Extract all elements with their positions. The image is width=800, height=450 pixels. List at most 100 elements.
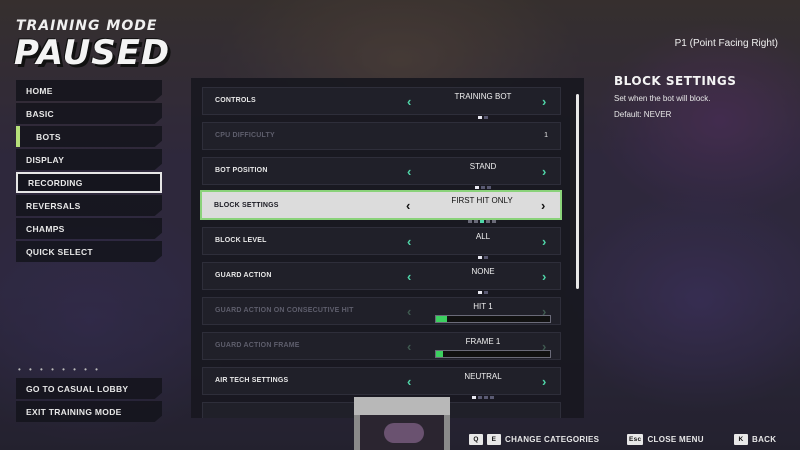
webcam-wall [354, 397, 450, 415]
scrollbar[interactable] [576, 94, 579, 289]
option-pip [475, 186, 479, 189]
option-pip [486, 220, 490, 223]
option-pip [484, 116, 488, 119]
progress-fill [436, 316, 448, 322]
setting-label: BOT POSITION [215, 167, 268, 174]
progress-bar [435, 315, 551, 323]
setting-label: BLOCK SETTINGS [214, 202, 279, 209]
chevron-right-icon[interactable]: › [542, 164, 546, 179]
chevron-left-icon[interactable]: ‹ [407, 234, 411, 249]
chevron-right-icon[interactable]: › [542, 94, 546, 109]
menu-item-bots[interactable]: BOTS [16, 126, 162, 147]
setting-label: GUARD ACTION ON CONSECUTIVE HIT [215, 307, 354, 314]
chevron-left-icon[interactable]: ‹ [407, 164, 411, 179]
settings-panel: CONTROLS ‹ TRAINING BOT › CPU DIFFICULTY… [191, 78, 584, 418]
option-pip [490, 396, 494, 399]
setting-block-level[interactable]: BLOCK LEVEL ‹ ALL › [202, 227, 561, 259]
setting-guard-consecutive-hit: GUARD ACTION ON CONSECUTIVE HIT ‹ HIT 1 … [202, 297, 561, 325]
casual-lobby-button[interactable]: GO TO CASUAL LOBBY [16, 378, 162, 399]
menu-item-quick-select[interactable]: QUICK SELECT [16, 241, 162, 262]
chevron-left-icon[interactable]: ‹ [407, 374, 411, 389]
menu-label: BOTS [36, 131, 61, 142]
option-pip [487, 186, 491, 189]
key-esc: Esc [627, 434, 644, 445]
setting-air-tech[interactable]: AIR TECH SETTINGS ‹ NEUTRAL › [202, 367, 561, 399]
paused-title: PAUSED [14, 33, 171, 73]
menu-item-reversals[interactable]: REVERSALS [16, 195, 162, 216]
setting-label: GUARD ACTION FRAME [215, 342, 300, 349]
option-pip [492, 220, 496, 223]
option-pips [425, 106, 541, 119]
menu-label: QUICK SELECT [26, 246, 93, 257]
chevron-right-icon[interactable]: › [542, 269, 546, 284]
setting-value: 1 [544, 132, 548, 139]
key-e: E [487, 434, 501, 445]
setting-value: FRAME 1 [465, 337, 501, 346]
setting-bot-position[interactable]: BOT POSITION ‹ STAND › [202, 157, 561, 189]
chevron-right-icon: › [542, 339, 547, 354]
option-pips [425, 176, 541, 189]
option-pips [424, 210, 540, 223]
hint-back[interactable]: K BACK [734, 434, 776, 445]
option-pip [480, 220, 484, 223]
menu-label: RECORDING [28, 177, 83, 188]
setting-value: NEUTRAL [464, 372, 502, 381]
setting-guard-action[interactable]: GUARD ACTION ‹ NONE › [202, 262, 561, 294]
hint-label: CLOSE MENU [647, 435, 704, 444]
chevron-left-icon[interactable]: ‹ [406, 198, 410, 213]
menu-item-champs[interactable]: CHAMPS [16, 218, 162, 239]
chevron-right-icon[interactable]: › [542, 374, 546, 389]
setting-label: CONTROLS [215, 97, 256, 104]
chevron-right-icon[interactable]: › [541, 198, 545, 213]
option-pip [484, 291, 488, 294]
exit-training-button[interactable]: EXIT TRAINING MODE [16, 401, 162, 422]
menu-label: DISPLAY [26, 154, 65, 165]
menu-item-display[interactable]: DISPLAY [16, 149, 162, 170]
player-indicator: P1 (Point Facing Right) [674, 38, 778, 49]
hint-label: BACK [752, 435, 777, 444]
chevron-left-icon: ‹ [407, 304, 412, 319]
setting-block-settings[interactable]: BLOCK SETTINGS ‹ FIRST HIT ONLY › [200, 190, 562, 223]
webcam-controller [384, 423, 424, 443]
option-pips [425, 281, 541, 294]
chevron-left-icon[interactable]: ‹ [407, 269, 411, 284]
option-pip [478, 291, 482, 294]
option-pip [478, 256, 482, 259]
menu-item-basic[interactable]: BASIC [16, 103, 162, 124]
menu-label: BASIC [26, 108, 54, 119]
hint-change-categories[interactable]: Q E CHANGE CATEGORIES [469, 434, 599, 445]
hint-close-menu[interactable]: Esc CLOSE MENU [627, 434, 704, 445]
setting-label: GUARD ACTION [215, 272, 272, 279]
mode-title: TRAINING MODE [16, 18, 158, 34]
option-pip [481, 186, 485, 189]
option-pip [468, 220, 472, 223]
menu-item-home[interactable]: HOME [16, 80, 162, 101]
option-pip [478, 396, 482, 399]
setting-value: FIRST HIT ONLY [451, 196, 513, 205]
menu-label: REVERSALS [26, 200, 81, 211]
setting-value: HIT 1 [473, 302, 493, 311]
setting-value: NONE [471, 267, 495, 276]
option-pip [484, 256, 488, 259]
chevron-right-icon[interactable]: › [542, 234, 546, 249]
setting-cpu-difficulty: CPU DIFFICULTY 1 [202, 122, 561, 150]
bottom-menu: GO TO CASUAL LOBBY EXIT TRAINING MODE [16, 378, 162, 424]
option-pips [425, 386, 541, 399]
info-description: Set when the bot will block. [614, 94, 711, 103]
key-q: Q [469, 434, 483, 445]
menu-item-recording[interactable]: RECORDING [16, 172, 162, 193]
menu-label: CHAMPS [26, 223, 65, 234]
setting-value: STAND [469, 162, 497, 171]
menu-label: HOME [26, 85, 53, 96]
hint-label: CHANGE CATEGORIES [505, 435, 600, 444]
chevron-left-icon[interactable]: ‹ [407, 94, 411, 109]
chevron-right-icon: › [542, 304, 547, 319]
setting-label: CPU DIFFICULTY [215, 132, 275, 139]
setting-label: AIR TECH SETTINGS [215, 377, 289, 384]
setting-controls[interactable]: CONTROLS ‹ TRAINING BOT › [202, 87, 561, 119]
option-pip [474, 220, 478, 223]
category-menu: HOME BASIC BOTS DISPLAY RECORDING REVERS… [16, 80, 162, 264]
progress-fill [436, 351, 443, 357]
progress-bar [435, 350, 551, 358]
option-pip [472, 396, 476, 399]
